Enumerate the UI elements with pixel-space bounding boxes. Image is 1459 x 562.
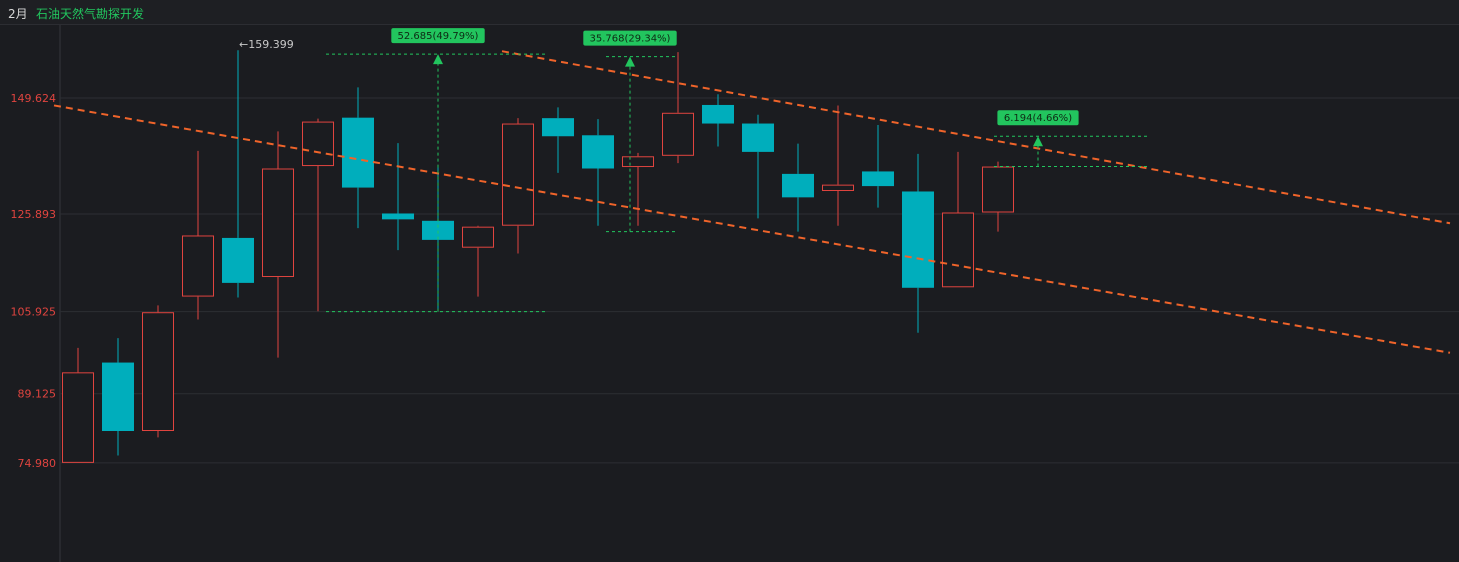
measure-label: 35.768(29.34%) bbox=[590, 34, 671, 45]
max-price-marker: ←159.399 bbox=[239, 38, 294, 51]
candle[interactable] bbox=[982, 161, 1014, 232]
max-price-label: ←159.399 bbox=[239, 38, 294, 51]
candle-body-up[interactable] bbox=[62, 372, 94, 463]
candle-body-up[interactable] bbox=[302, 121, 334, 167]
candle-body-down[interactable] bbox=[582, 135, 614, 169]
candle[interactable] bbox=[462, 225, 494, 297]
measure-label: 6.194(4.66%) bbox=[1004, 113, 1072, 124]
candle-body-up[interactable] bbox=[182, 235, 214, 297]
candle-body-down[interactable] bbox=[702, 104, 734, 124]
candles[interactable] bbox=[62, 50, 1014, 463]
candle[interactable] bbox=[822, 105, 854, 226]
candle-body-up[interactable] bbox=[262, 168, 294, 278]
candle-body-down[interactable] bbox=[902, 191, 934, 288]
candle-body-up[interactable] bbox=[982, 166, 1014, 213]
candle-body-down[interactable] bbox=[742, 123, 774, 152]
candle-body-down[interactable] bbox=[342, 117, 374, 188]
measure-arrow-icon bbox=[1033, 136, 1043, 147]
candle[interactable] bbox=[862, 125, 894, 208]
candle-body-up[interactable] bbox=[942, 212, 974, 288]
candle[interactable] bbox=[782, 143, 814, 232]
candle-body-up[interactable] bbox=[142, 312, 174, 431]
measure-annotation[interactable]: 6.194(4.66%) bbox=[994, 110, 1150, 168]
y-tick-label: 105.925 bbox=[11, 306, 57, 319]
y-tick-label: 125.893 bbox=[11, 208, 57, 221]
candle-body-down[interactable] bbox=[862, 171, 894, 187]
measure-arrow-icon bbox=[625, 56, 635, 67]
candle[interactable] bbox=[182, 150, 214, 320]
candle[interactable] bbox=[102, 338, 134, 456]
grid-lines bbox=[60, 97, 1459, 464]
candle[interactable] bbox=[742, 114, 774, 219]
candle[interactable] bbox=[582, 119, 614, 226]
candle[interactable] bbox=[142, 305, 174, 438]
candle-body-up[interactable] bbox=[662, 112, 694, 156]
y-axis-ticks: 149.624 125.893 105.925 89.125 74.980 bbox=[11, 92, 57, 470]
candle-body-down[interactable] bbox=[222, 237, 254, 283]
candle[interactable] bbox=[902, 153, 934, 333]
candle-body-up[interactable] bbox=[462, 226, 494, 248]
candle[interactable] bbox=[302, 118, 334, 312]
candle-body-up[interactable] bbox=[502, 123, 534, 226]
candle-body-up[interactable] bbox=[822, 184, 854, 191]
candle[interactable] bbox=[62, 347, 94, 463]
candle[interactable] bbox=[542, 107, 574, 173]
candle[interactable] bbox=[622, 152, 654, 226]
candle-body-down[interactable] bbox=[382, 213, 414, 220]
y-tick-label: 149.624 bbox=[11, 92, 57, 105]
measure-label: 52.685(49.79%) bbox=[398, 31, 479, 42]
measure-arrow-icon bbox=[433, 54, 443, 65]
candlestick-chart[interactable]: 149.624 125.893 105.925 89.125 74.980 52.685… bbox=[0, 0, 1459, 562]
candle[interactable] bbox=[222, 50, 254, 298]
y-tick-label: 89.125 bbox=[18, 388, 57, 401]
candle-body-down[interactable] bbox=[102, 362, 134, 431]
candle[interactable] bbox=[342, 87, 374, 229]
measure-annotations[interactable]: 52.685(49.79%) 35.768(29.34%) 6.194(4.66%) bbox=[326, 28, 1150, 313]
candle[interactable] bbox=[262, 131, 294, 358]
trendline[interactable] bbox=[501, 50, 1451, 225]
candle-body-up[interactable] bbox=[622, 156, 654, 168]
candle-body-down[interactable] bbox=[542, 118, 574, 137]
candle[interactable] bbox=[382, 143, 414, 251]
candle[interactable] bbox=[662, 52, 694, 164]
candle-body-down[interactable] bbox=[782, 173, 814, 198]
y-tick-label: 74.980 bbox=[18, 457, 57, 470]
candle[interactable] bbox=[702, 94, 734, 147]
